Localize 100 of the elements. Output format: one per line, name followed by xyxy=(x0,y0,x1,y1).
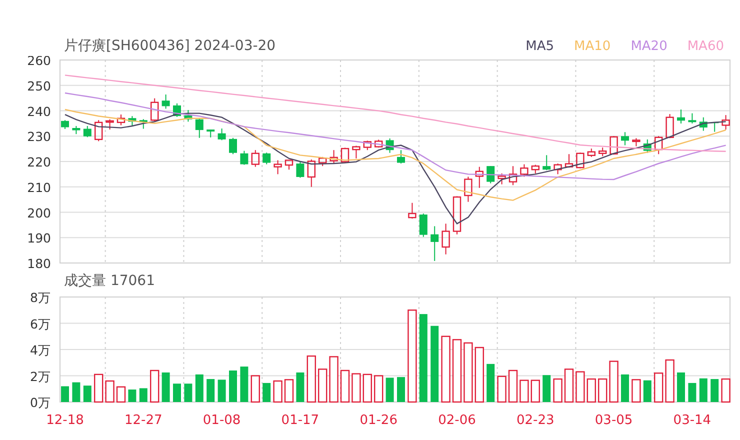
axis-label: 180 xyxy=(27,256,51,270)
volume-bar xyxy=(609,360,618,403)
volume-bar xyxy=(710,379,719,402)
candlestick xyxy=(621,132,629,146)
candlestick xyxy=(307,158,316,188)
volume-bar xyxy=(464,342,473,403)
axis-label: 190 xyxy=(27,230,51,246)
candlestick xyxy=(598,147,607,157)
candlestick xyxy=(508,166,518,186)
volume-bar xyxy=(116,386,126,403)
axis-label: 8万 xyxy=(30,292,51,305)
volume-bar xyxy=(240,366,248,402)
volume-bar xyxy=(474,346,484,403)
candlestick xyxy=(284,160,294,170)
candlestick xyxy=(486,166,495,184)
volume-title: 成交量 17061 xyxy=(64,272,155,290)
volume-bar xyxy=(296,372,304,402)
volume-bar xyxy=(340,370,350,403)
volume-bar xyxy=(162,372,170,402)
candlestick xyxy=(452,196,462,235)
candlestick xyxy=(464,176,472,202)
candlestick xyxy=(722,114,730,130)
volume-bar xyxy=(665,359,674,403)
volume-bar xyxy=(486,364,495,402)
volume-bar xyxy=(184,384,192,402)
chart-title: 片仔癀[SH600436] 2024-03-20 xyxy=(64,37,276,55)
candlestick xyxy=(330,150,338,164)
volume-bar xyxy=(72,382,80,402)
volume-bar xyxy=(586,378,596,403)
legend-label: MA10 xyxy=(574,38,611,54)
volume-bar xyxy=(352,373,361,403)
candlestick xyxy=(218,128,226,141)
volume-bar xyxy=(397,377,405,402)
volume-bar xyxy=(576,371,585,403)
volume-bar xyxy=(542,375,551,402)
legend-label: MA5 xyxy=(526,38,554,54)
volume-bar xyxy=(273,380,282,403)
candlestick xyxy=(116,114,126,126)
volume-bar xyxy=(721,378,730,403)
date-label: 12-27 xyxy=(124,413,162,428)
date-label: 12-18 xyxy=(46,413,84,428)
volume-bar xyxy=(318,368,328,403)
candlestick xyxy=(94,120,103,142)
volume-bar xyxy=(677,372,685,402)
volume-bar xyxy=(643,380,652,402)
volume-bar xyxy=(329,356,338,403)
axis-label: 6万 xyxy=(30,316,51,332)
volume-bar xyxy=(105,380,114,403)
candlestick xyxy=(419,213,428,238)
volume-bar xyxy=(94,374,104,403)
candlestick xyxy=(274,160,282,175)
candlestick xyxy=(564,154,574,168)
volume-bar xyxy=(508,370,518,403)
date-label: 03-05 xyxy=(594,413,633,428)
volume-bar xyxy=(139,388,148,402)
candlestick xyxy=(397,150,405,164)
candlestick xyxy=(632,138,640,147)
candlestick xyxy=(262,152,271,165)
candlestick xyxy=(184,110,192,122)
axis-label: 2万 xyxy=(30,368,51,384)
volume-bar xyxy=(688,382,696,402)
candlestick xyxy=(576,152,584,169)
volume-bar xyxy=(206,379,215,402)
volume-bar xyxy=(441,336,450,403)
axis-label: 250 xyxy=(27,78,51,94)
candlestick xyxy=(520,164,528,178)
date-label: 01-17 xyxy=(281,413,320,428)
candlestick xyxy=(610,136,618,156)
candlestick xyxy=(688,112,696,124)
volume-bar xyxy=(452,339,462,403)
candlestick xyxy=(374,139,383,148)
candlestick xyxy=(699,116,708,132)
date-label: 01-26 xyxy=(360,413,398,428)
candlestick xyxy=(61,120,69,130)
candlestick xyxy=(240,150,248,166)
volume-bar xyxy=(61,386,69,402)
candlestick xyxy=(72,125,80,135)
candlestick xyxy=(677,108,685,124)
candlestick xyxy=(150,98,159,122)
volume-bar xyxy=(306,355,316,403)
candlestick xyxy=(666,114,674,139)
candlestick xyxy=(251,150,260,168)
candlestick xyxy=(162,94,170,110)
date-label: 02-23 xyxy=(516,413,554,428)
axis-label: 240 xyxy=(27,104,51,119)
candlestick xyxy=(128,116,136,126)
axis-label: 230 xyxy=(27,129,51,144)
candlestick xyxy=(363,140,372,151)
volume-bar xyxy=(632,379,641,403)
axis-label: 4万 xyxy=(30,342,51,358)
candlestick xyxy=(318,156,327,167)
candlestick xyxy=(83,125,92,138)
candlestick xyxy=(206,129,215,138)
candlestick xyxy=(531,164,540,174)
volume-bar xyxy=(218,380,226,402)
candlestick xyxy=(106,118,114,130)
volume-bar xyxy=(553,378,562,403)
legend-label: MA60 xyxy=(687,38,724,54)
volume-bar xyxy=(621,374,629,402)
candlestick xyxy=(430,226,439,262)
